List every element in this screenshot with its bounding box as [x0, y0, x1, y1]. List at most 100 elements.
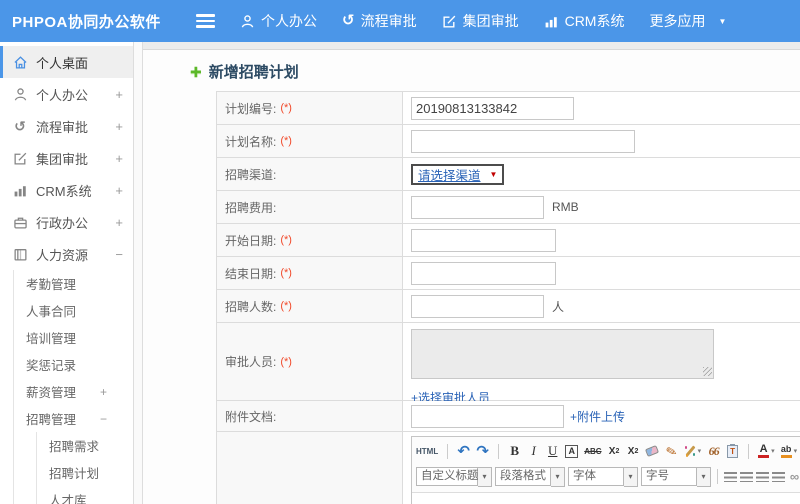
sidebar-item-talent-pool[interactable]: 人才库: [49, 486, 133, 504]
sidebar-hr-submenu: 考勤管理 人事合同 培训管理 奖惩记录 薪资管理 + 招聘管理 − 招聘需求 招…: [13, 270, 133, 504]
align-left-icon[interactable]: [724, 468, 737, 485]
undo-icon[interactable]: ↶: [457, 443, 470, 460]
nav-item-workflow-approval[interactable]: ↺ 流程审批: [342, 11, 417, 31]
nav-item-label: 更多应用: [649, 13, 706, 29]
align-right-icon[interactable]: [756, 468, 769, 485]
attachment-upload-link[interactable]: +附件上传: [570, 408, 625, 425]
sidebar-item-label: 行政办公: [36, 215, 89, 231]
expand-icon[interactable]: +: [115, 215, 123, 230]
form-row-fee: 招聘费用: RMB: [217, 191, 800, 224]
sidebar-item-group-approval[interactable]: 集团审批 +: [0, 142, 133, 174]
top-navbar: PHPOA协同办公软件 个人办公 ↺ 流程审批 集团审批 CRM系统 更多应用 …: [0, 0, 800, 42]
plan-no-input[interactable]: [411, 96, 574, 120]
sidebar-item-desktop[interactable]: 个人桌面: [0, 46, 133, 78]
font-family-dropdown[interactable]: 字体 ▾: [568, 466, 638, 487]
sidebar-item-rewards[interactable]: 奖惩记录: [26, 351, 133, 378]
superscript-button[interactable]: X2: [608, 443, 621, 460]
recruit-plan-form: 计划编号: (*) 计划名称: (*): [216, 91, 800, 504]
bold-button[interactable]: B: [508, 443, 521, 460]
custom-title-dropdown[interactable]: 自定义标题 ▾: [416, 466, 492, 487]
form-row-channel: 招聘渠道: 请选择渠道 ▼: [217, 158, 800, 191]
app-logo: PHPOA协同办公软件: [12, 13, 161, 31]
sidebar-item-admin-office[interactable]: 行政办公 +: [0, 206, 133, 238]
sidebar-item-recruit-plan[interactable]: 招聘计划: [49, 459, 133, 486]
end-date-input[interactable]: [411, 261, 556, 285]
sidebar-item-attendance[interactable]: 考勤管理: [26, 270, 133, 297]
nav-item-crm[interactable]: CRM系统: [544, 11, 625, 31]
char-border-button[interactable]: A: [565, 444, 578, 458]
nav-item-label: CRM系统: [564, 13, 625, 29]
strikethrough-button[interactable]: ABC: [584, 443, 601, 460]
approver-textarea[interactable]: [411, 329, 714, 379]
edit-square-icon: [12, 151, 28, 166]
select-caret-icon: ▼: [489, 169, 498, 179]
sidebar-item-crm[interactable]: CRM系统 +: [0, 174, 133, 206]
font-color-button[interactable]: A ▾: [758, 443, 775, 460]
sidebar-item-label: 流程审批: [36, 119, 89, 135]
main-layout: 个人桌面 个人办公 + ↺ 流程审批 + 集团审批 + CRM系统 + 行政办公…: [0, 42, 800, 504]
sidebar-item-label: 个人桌面: [36, 55, 89, 71]
source-code-button[interactable]: HTML: [416, 443, 438, 460]
paste-text-icon[interactable]: T: [726, 443, 739, 460]
sidebar-item-label: 招聘管理: [26, 413, 77, 427]
underline-button[interactable]: U: [546, 443, 559, 460]
blockquote-icon[interactable]: 66: [707, 443, 720, 460]
expand-icon[interactable]: +: [115, 119, 123, 134]
rich-text-editor: HTML ↶ ↷ B I U A ABC X 2 X 2 ✎ ▾ 66 T A …: [411, 436, 800, 504]
sidebar-item-hr-contract[interactable]: 人事合同: [26, 297, 133, 324]
field-label: 招聘人数: (*): [217, 290, 403, 322]
italic-button[interactable]: I: [527, 443, 540, 460]
dropdown-caret-icon: ▾: [551, 466, 565, 487]
plan-name-input[interactable]: [411, 129, 635, 153]
sidebar-item-label: 人力资源: [36, 247, 89, 263]
toolbar-separator: [498, 443, 500, 459]
channel-select[interactable]: 请选择渠道 ▼: [411, 163, 505, 185]
align-center-icon[interactable]: [740, 468, 753, 485]
start-date-input[interactable]: [411, 228, 556, 252]
subscript-button[interactable]: X2: [627, 443, 640, 460]
nav-item-label: 流程审批: [360, 13, 417, 29]
required-mark: (*): [280, 102, 292, 114]
format-brush-icon[interactable]: ✎: [663, 441, 680, 461]
expand-icon[interactable]: +: [115, 151, 123, 166]
collapse-icon[interactable]: −: [100, 412, 107, 426]
nav-item-label: 集团审批: [462, 13, 519, 29]
sidebar-item-label: 奖惩记录: [26, 359, 77, 373]
sidebar-item-recruit-mgmt[interactable]: 招聘管理 −: [26, 405, 133, 432]
paragraph-format-dropdown[interactable]: 段落格式 ▾: [495, 466, 565, 487]
headcount-input[interactable]: [411, 294, 544, 318]
toolbar-separator: [447, 443, 449, 459]
sidebar-item-training[interactable]: 培训管理: [26, 324, 133, 351]
sidebar-item-recruit-demand[interactable]: 招聘需求: [49, 432, 133, 459]
sidebar-item-label: 薪资管理: [26, 386, 77, 400]
sidebar-item-hr[interactable]: 人力资源 −: [0, 238, 133, 270]
toolbar-separator: [717, 469, 718, 484]
align-justify-icon[interactable]: [772, 468, 785, 485]
field-label: 计划编号: (*): [217, 92, 403, 124]
editor-content-area[interactable]: [412, 493, 800, 504]
eraser-icon[interactable]: [645, 443, 660, 460]
required-mark: (*): [280, 135, 292, 147]
expand-icon[interactable]: +: [115, 183, 123, 198]
fee-input[interactable]: [411, 195, 544, 219]
collapse-icon[interactable]: −: [115, 247, 123, 262]
expand-icon[interactable]: +: [100, 385, 107, 399]
nav-item-personal-office[interactable]: 个人办公: [240, 11, 317, 31]
sidebar-scrollbar-gutter[interactable]: [134, 42, 143, 504]
bar-chart-icon: [12, 183, 28, 198]
sidebar-item-salary[interactable]: 薪资管理 +: [26, 378, 133, 405]
highlight-color-button[interactable]: ab ▾: [780, 443, 797, 460]
nav-item-group-approval[interactable]: 集团审批: [442, 11, 519, 31]
font-size-dropdown[interactable]: 字号 ▾: [641, 466, 711, 487]
redo-icon[interactable]: ↷: [476, 443, 489, 460]
field-label: 招聘渠道:: [217, 158, 403, 190]
auto-typeset-icon[interactable]: ▾: [684, 443, 701, 460]
sidebar-item-label: 考勤管理: [26, 278, 77, 292]
insert-link-icon[interactable]: ∞: [788, 468, 800, 485]
hamburger-menu-icon[interactable]: [196, 14, 215, 28]
nav-item-more-apps[interactable]: 更多应用 ▼: [649, 11, 726, 31]
sidebar-item-workflow-approval[interactable]: ↺ 流程审批 +: [0, 110, 133, 142]
attachment-input[interactable]: [411, 404, 564, 428]
expand-icon[interactable]: +: [115, 87, 123, 102]
sidebar-item-personal-office[interactable]: 个人办公 +: [0, 78, 133, 110]
